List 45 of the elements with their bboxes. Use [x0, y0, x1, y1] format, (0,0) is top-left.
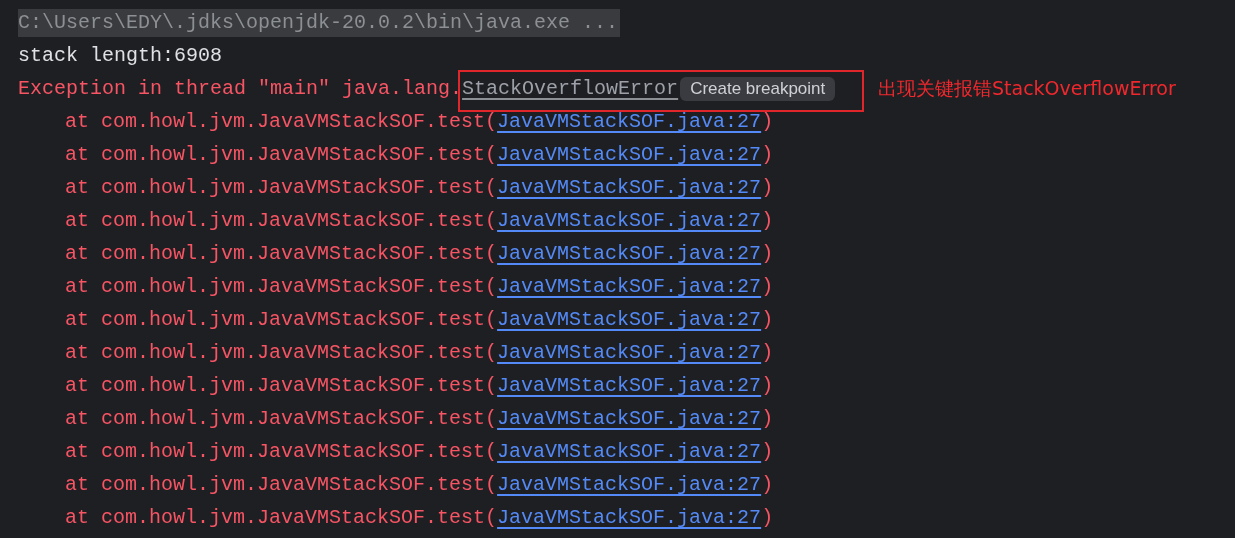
source-link[interactable]: JavaVMStackSOF.java:27 — [497, 336, 762, 369]
source-link[interactable]: JavaVMStackSOF.java:27 — [497, 237, 762, 270]
source-link[interactable]: JavaVMStackSOF.java:27 — [497, 435, 762, 468]
stack-frame-text: at com.howl.jvm.JavaVMStackSOF.test( — [65, 505, 498, 531]
stack-frame-text: ) — [761, 439, 774, 465]
stack-frame-text: ) — [761, 241, 774, 267]
stack-frame-text: at com.howl.jvm.JavaVMStackSOF.test( — [65, 142, 498, 168]
exception-class-link[interactable]: StackOverflowError — [462, 72, 679, 105]
stack-frame-text: at com.howl.jvm.JavaVMStackSOF.test( — [65, 340, 498, 366]
stack-frame-text: at com.howl.jvm.JavaVMStackSOF.test( — [65, 241, 498, 267]
source-link[interactable]: JavaVMStackSOF.java:27 — [497, 270, 762, 303]
stack-frame-text: at com.howl.jvm.JavaVMStackSOF.test( — [65, 472, 498, 498]
stack-frame-text: at com.howl.jvm.JavaVMStackSOF.test( — [65, 373, 498, 399]
stack-frame-text: ) — [761, 373, 774, 399]
stack-frame-text: at com.howl.jvm.JavaVMStackSOF.test( — [65, 307, 498, 333]
stack-frame-text: at com.howl.jvm.JavaVMStackSOF.test( — [65, 208, 498, 234]
stack-frame-text: ) — [761, 175, 774, 201]
stack-frame-text: ) — [761, 406, 774, 432]
source-link[interactable]: JavaVMStackSOF.java:27 — [497, 138, 762, 171]
stack-frame-text: ) — [761, 340, 774, 366]
source-link[interactable]: JavaVMStackSOF.java:27 — [497, 105, 762, 138]
source-link[interactable]: JavaVMStackSOF.java:27 — [497, 501, 762, 534]
exception-text: Exception in thread "main" java.lang. — [18, 76, 463, 102]
stack-frame-text: ) — [761, 307, 774, 333]
stack-frame-text: ) — [761, 472, 774, 498]
stack-frame-text: ) — [761, 505, 774, 531]
create-breakpoint-tooltip[interactable]: Create breakpoint — [680, 76, 836, 101]
source-link[interactable]: JavaVMStackSOF.java:27 — [497, 171, 762, 204]
stack-frame-text: ) — [761, 142, 774, 168]
stack-frame-text: ) — [761, 274, 774, 300]
source-link[interactable]: JavaVMStackSOF.java:27 — [497, 402, 762, 435]
source-link[interactable]: JavaVMStackSOF.java:27 — [497, 204, 762, 237]
source-link[interactable]: JavaVMStackSOF.java:27 — [497, 369, 762, 402]
command-line-text: C:\Users\EDY\.jdks\openjdk-20.0.2\bin\java.exe ... — [18, 8, 621, 37]
output-text: stack length:6908 — [18, 43, 223, 69]
annotation-text: 出现关键报错StackOverflowError — [878, 76, 1176, 101]
source-link[interactable]: JavaVMStackSOF.java:27 — [497, 303, 762, 336]
stack-frame-text: at com.howl.jvm.JavaVMStackSOF.test( — [65, 274, 498, 300]
stack-frame-text: at com.howl.jvm.JavaVMStackSOF.test( — [65, 406, 498, 432]
stack-frame-text: ) — [761, 208, 774, 234]
stack-frame-text: at com.howl.jvm.JavaVMStackSOF.test( — [65, 439, 498, 465]
source-link[interactable]: JavaVMStackSOF.java:27 — [497, 468, 762, 501]
stack-frame-text: at com.howl.jvm.JavaVMStackSOF.test( — [65, 109, 498, 135]
stack-frame-text: ) — [761, 109, 774, 135]
stack-frame-text: at com.howl.jvm.JavaVMStackSOF.test( — [65, 175, 498, 201]
